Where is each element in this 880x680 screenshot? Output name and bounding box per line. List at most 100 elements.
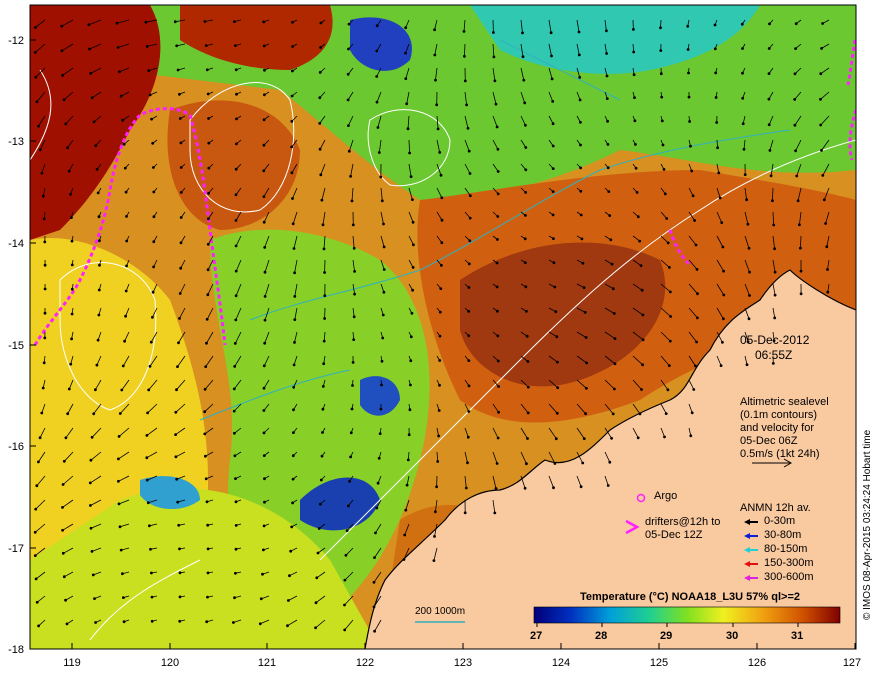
- velocity-arrow-head: [177, 523, 181, 527]
- velocity-arrow-head: [550, 77, 554, 81]
- velocity-arrow-head: [232, 387, 236, 391]
- velocity-arrow-head: [179, 266, 183, 270]
- velocity-arrow-head: [661, 143, 665, 147]
- velocity-arrow-head: [91, 573, 95, 577]
- velocity-arrow-head: [43, 311, 47, 315]
- velocity-arrow-head: [741, 96, 745, 100]
- velocity-arrow-head: [89, 504, 92, 507]
- velocity-arrow-head: [493, 79, 497, 83]
- velocity-arrow-head: [494, 487, 498, 490]
- velocity-arrow-head: [375, 75, 379, 78]
- velocity-arrow-head: [262, 195, 266, 199]
- velocity-arrow-head: [634, 166, 638, 170]
- velocity-arrow-head: [149, 547, 152, 551]
- velocity-arrow-head: [773, 270, 777, 274]
- velocity-arrow-head: [659, 72, 663, 76]
- velocity-arrow-head: [64, 598, 67, 602]
- velocity-arrow-head: [612, 312, 616, 315]
- velocity-arrow-head: [820, 149, 823, 152]
- velocity-arrow-head: [526, 385, 530, 389]
- velocity-arrow-head: [174, 455, 178, 459]
- velocity-arrow-head: [178, 117, 182, 120]
- velocity-arrow-head: [605, 52, 608, 55]
- velocity-arrow-head: [178, 571, 182, 575]
- velocity-arrow-head: [60, 24, 64, 28]
- velocity-arrow-head: [233, 342, 237, 345]
- velocity-arrow-head: [410, 311, 414, 315]
- velocity-arrow-head: [641, 313, 645, 317]
- velocity-arrow-head: [233, 596, 236, 600]
- velocity-arrow-head: [745, 363, 749, 367]
- velocity-arrow-head: [90, 435, 94, 439]
- velocity-arrow-head: [412, 243, 415, 247]
- velocity-arrow-head: [261, 572, 264, 576]
- velocity-arrow-head: [292, 431, 295, 434]
- velocity-arrow-head: [667, 364, 671, 367]
- velocity-arrow-head: [719, 364, 723, 367]
- velocity-arrow-head: [94, 144, 98, 148]
- velocity-arrow-head: [178, 547, 181, 551]
- velocity-arrow-head: [556, 386, 560, 390]
- velocity-arrow-head: [124, 289, 128, 293]
- sst-map-figure: -12 -13 -14 -15 -16 -17 -18 119 120 121 …: [0, 0, 880, 680]
- velocity-arrow-head: [67, 169, 71, 173]
- velocity-arrow-head: [151, 290, 155, 294]
- velocity-arrow-head: [613, 337, 617, 340]
- velocity-arrow-head: [315, 576, 319, 580]
- velocity-arrow-head: [41, 194, 45, 198]
- velocity-arrow-head: [496, 309, 499, 313]
- velocity-arrow-head: [555, 335, 559, 339]
- velocity-arrow-head: [290, 171, 294, 175]
- velocity-arrow-head: [553, 285, 557, 289]
- velocity-arrow-head: [606, 166, 610, 170]
- velocity-arrow-head: [98, 263, 101, 267]
- velocity-arrow-head: [580, 237, 584, 241]
- velocity-arrow-head: [233, 454, 237, 458]
- velocity-arrow-head: [577, 53, 581, 57]
- velocity-arrow-head: [577, 30, 581, 34]
- velocity-arrow-head: [145, 478, 149, 482]
- velocity-arrow-head: [150, 571, 153, 575]
- velocity-arrow-head: [380, 199, 384, 203]
- velocity-arrow-head: [70, 287, 74, 291]
- lat-label: -17: [8, 543, 24, 555]
- velocity-arrow-head: [123, 339, 126, 343]
- velocity-arrow-head: [466, 435, 470, 439]
- velocity-arrow-head: [317, 527, 321, 530]
- velocity-arrow-head: [314, 626, 317, 630]
- velocity-arrow-head: [34, 577, 38, 581]
- velocity-arrow-head: [125, 239, 129, 243]
- velocity-arrow-head: [664, 412, 668, 415]
- velocity-arrow-head: [579, 213, 583, 217]
- velocity-arrow-head: [121, 364, 125, 368]
- velocity-arrow-head: [433, 53, 437, 57]
- velocity-arrow-head: [687, 95, 691, 99]
- velocity-arrow-head: [638, 412, 642, 416]
- velocity-arrow-head: [408, 151, 411, 155]
- velocity-arrow-head: [290, 120, 294, 123]
- imos-credit: © IMOS 08-Apr-2015 03:24:24 Hobart time: [862, 429, 873, 620]
- velocity-arrow-head: [119, 94, 123, 98]
- velocity-arrow-head: [526, 411, 530, 415]
- velocity-arrow-head: [263, 477, 266, 481]
- velocity-arrow-head: [61, 73, 65, 77]
- velocity-arrow-head: [206, 547, 210, 551]
- velocity-arrow-head: [494, 102, 498, 106]
- velocity-arrow-head: [523, 261, 527, 264]
- velocity-arrow-head: [259, 597, 263, 601]
- velocity-arrow-head: [291, 501, 294, 505]
- velocity-arrow-head: [292, 247, 296, 250]
- velocity-arrow-head: [117, 479, 120, 483]
- velocity-arrow-head: [121, 572, 124, 576]
- velocity-arrow-head: [88, 481, 92, 485]
- velocity-arrow-head: [375, 49, 379, 53]
- velocity-arrow-head: [714, 96, 718, 99]
- velocity-arrow-head: [382, 245, 386, 249]
- velocity-arrow-head: [350, 199, 354, 203]
- velocity-arrow-head: [767, 72, 771, 75]
- velocity-arrow-head: [435, 103, 439, 107]
- velocity-arrow-head: [263, 318, 267, 322]
- velocity-arrow-head: [496, 238, 499, 241]
- velocity-arrow-head: [606, 484, 610, 487]
- velocity-arrow-head: [204, 477, 208, 481]
